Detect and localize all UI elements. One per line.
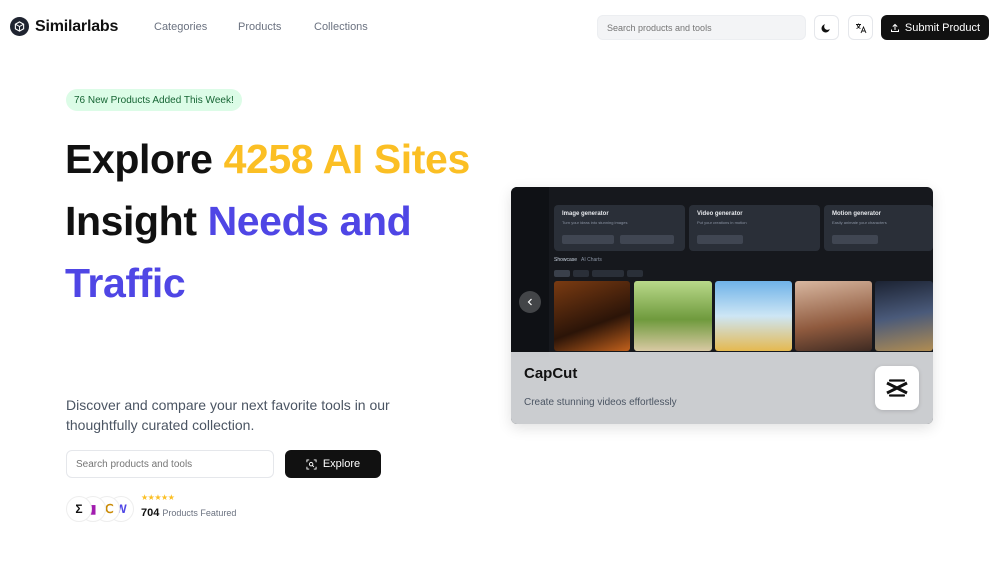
screenshot-card: Motion generator Easily animate your cha…: [824, 205, 933, 251]
featured-label: Products Featured: [162, 508, 237, 518]
nav-link-categories[interactable]: Categories: [154, 21, 207, 33]
screenshot-card-title: Image generator: [562, 211, 609, 217]
submit-product-button[interactable]: Submit Product: [881, 15, 989, 40]
screenshot-card-button: [620, 235, 674, 244]
headline-highlight-sites: 4258 AI Sites: [223, 136, 471, 182]
chevron-left-icon: [527, 298, 532, 306]
new-products-badge: 76 New Products Added This Week!: [66, 89, 242, 111]
screenshot-card: Image generator Turn your ideas into stu…: [554, 205, 685, 251]
showcase-app-name: CapCut: [524, 365, 578, 382]
rating-stars: ★★★★★: [141, 493, 175, 502]
screenshot-card-title: Motion generator: [832, 211, 881, 217]
translate-icon: [855, 23, 866, 33]
gallery-image: [554, 281, 630, 351]
screenshot-card-subtitle: Put your creations in motion: [697, 220, 747, 225]
showcase-app-description: Create stunning videos effortlessly: [524, 397, 677, 408]
showcase-info-overlay: CapCut Create stunning videos effortless…: [511, 352, 933, 424]
gallery-image: [875, 281, 933, 351]
gallery-image: [795, 281, 872, 351]
screenshot-card-subtitle: Turn your ideas into stunning images: [562, 220, 628, 225]
screenshot-card-button: [697, 235, 743, 244]
theme-toggle-button[interactable]: [814, 15, 839, 40]
explore-label: Explore: [322, 458, 361, 470]
screenshot-tab: Showcase: [554, 257, 578, 263]
product-avatar: Σ: [66, 496, 92, 522]
logo-icon: [10, 17, 29, 36]
screenshot-card-button: [832, 235, 878, 244]
nav-link-collections[interactable]: Collections: [314, 21, 368, 33]
explore-button[interactable]: Explore: [285, 450, 381, 478]
nav-link-products[interactable]: Products: [238, 21, 281, 33]
screenshot-card-subtitle: Easily animate your characters: [832, 220, 887, 225]
screenshot-sidebar: [511, 187, 549, 357]
screenshot-filter-row: [554, 270, 933, 277]
capcut-logo-icon[interactable]: [875, 366, 919, 410]
gallery-image: [634, 281, 712, 351]
featured-count: 704: [141, 507, 160, 519]
hero-headline: Explore 4258 AI Sites Insight Needs and …: [65, 128, 485, 314]
scan-search-icon: [306, 458, 317, 470]
top-navbar: Similarlabs Categories Products Collecti…: [0, 0, 1000, 56]
gallery-image: [715, 281, 792, 351]
nav-search-input[interactable]: [597, 15, 806, 40]
brand-logo[interactable]: Similarlabs: [10, 17, 118, 36]
featured-count-text: 704 Products Featured: [141, 507, 236, 519]
hero-search-input[interactable]: [66, 450, 274, 478]
moon-icon: [821, 24, 830, 33]
carousel-prev-button[interactable]: [519, 291, 541, 313]
upload-icon: [890, 23, 899, 32]
screenshot-card-button: [562, 235, 614, 244]
brand-name: Similarlabs: [35, 17, 119, 35]
hero-subtitle: Discover and compare your next favorite …: [66, 397, 390, 433]
product-showcase-card[interactable]: Image generator Turn your ideas into stu…: [511, 187, 933, 424]
screenshot-card-title: Video generator: [697, 211, 743, 217]
screenshot-tab: AI Charts: [581, 257, 602, 263]
language-button[interactable]: [848, 15, 873, 40]
screenshot-card: Video generator Put your creations in mo…: [689, 205, 820, 251]
headline-part1: Explore: [65, 136, 224, 182]
headline-part2: Insight: [65, 198, 208, 244]
submit-product-label: Submit Product: [904, 21, 981, 34]
